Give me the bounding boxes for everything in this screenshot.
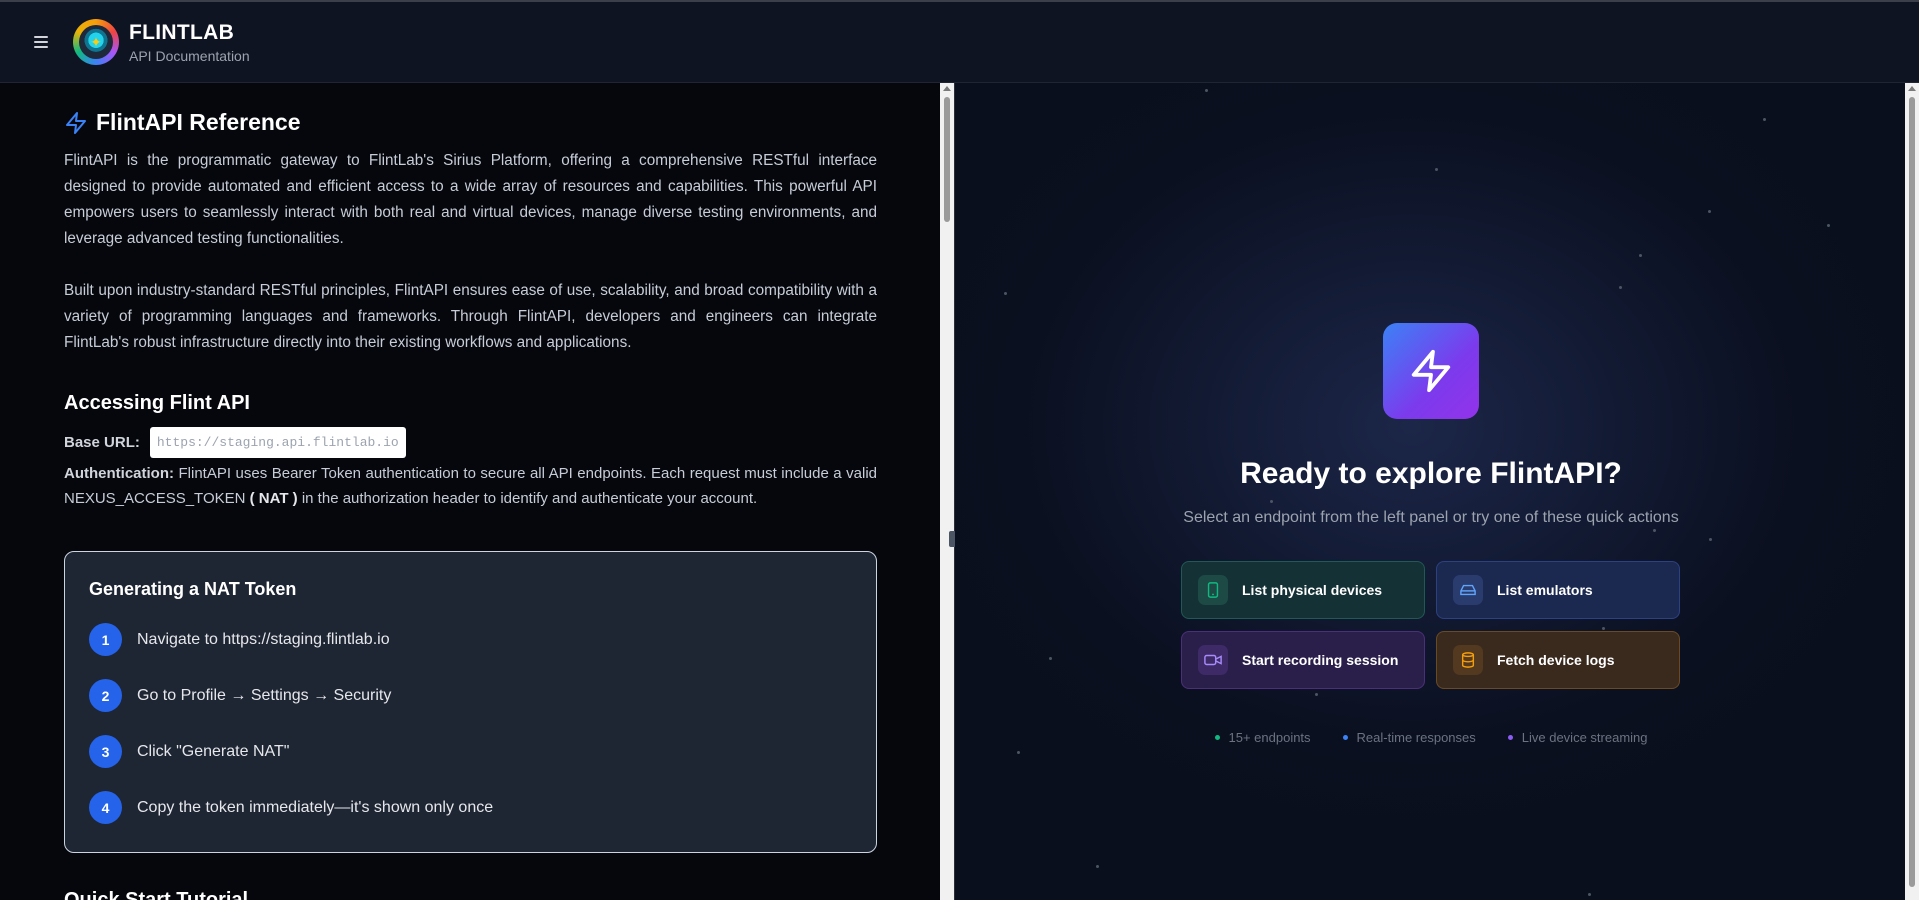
nat-token-card: Generating a NAT Token 1 Navigate to htt… [64,551,877,853]
explorer-panel: Ready to explore FlintAPI? Select an end… [955,83,1905,900]
brand-subtitle: API Documentation [129,47,250,64]
fetch-device-logs-button[interactable]: Fetch device logs [1436,631,1680,689]
star-dot [1435,168,1438,171]
page-title-text: FlintAPI Reference [96,109,301,135]
star-dot [1708,210,1711,213]
star-dot [1602,627,1605,630]
authentication-text: Authentication: FlintAPI uses Bearer Tok… [64,461,877,511]
page-title: FlintAPI Reference [64,109,877,136]
status-dot [1507,735,1513,740]
list-physical-devices-button[interactable]: List physical devices [1181,561,1425,619]
star-dot [1049,657,1052,660]
star-dot [1315,693,1318,696]
intro-paragraph-2: Built upon industry-standard RESTful pri… [64,282,877,351]
intro-paragraph-1: FlintAPI is the programmatic gateway to … [64,152,877,247]
scrollbar-thumb[interactable] [944,97,950,222]
star-dot [1588,893,1591,896]
lightning-icon [1411,349,1451,393]
action-label: Fetch device logs [1497,652,1615,668]
status-dot [1342,735,1348,740]
video-icon [1198,645,1228,675]
explorer-scrollbar[interactable] [1905,83,1919,900]
star-dot [1653,529,1656,532]
step-item: 4 Copy the token immediately—it's shown … [89,791,852,824]
step-text: Copy the token immediately—it's shown on… [137,798,494,816]
step-text: Go to Profile → Settings → Security [137,686,392,704]
flintlab-logo[interactable]: ✦ [73,19,119,65]
lightning-icon [66,111,86,134]
star-dot [1827,224,1830,227]
status-dot [1214,735,1220,740]
feature-label: 15+ endpoints [1228,730,1311,745]
auth-description-end: in the authorization header to identify … [301,490,758,507]
star-dot [1639,254,1642,257]
base-url-code[interactable]: https://staging.api.flintlab.io [149,427,406,458]
list-emulators-button[interactable]: List emulators [1436,561,1680,619]
start-recording-session-button[interactable]: Start recording session [1181,631,1425,689]
documentation-content: FlintAPI Reference FlintAPI is the progr… [64,109,877,900]
auth-label: Authentication: [64,465,174,482]
step-number: 4 [89,791,122,824]
hard-drive-icon [1453,575,1483,605]
phone-icon [1198,575,1228,605]
feature-item: Real-time responses [1342,730,1476,745]
explorer-subtitle: Select an endpoint from the left panel o… [1183,509,1679,526]
doc-scrollbar[interactable] [940,83,954,900]
step-number: 3 [89,735,122,768]
star-dot [1619,286,1622,289]
token-card-title: Generating a NAT Token [89,579,297,599]
feature-item: 15+ endpoints [1214,730,1311,745]
step-item: 3 Click "Generate NAT" [89,735,852,768]
step-text: Navigate to https://staging.flintlab.io [137,630,390,648]
step-number: 2 [89,679,122,712]
star-dot [1709,538,1712,541]
brand-name: FLINTLAB [129,20,235,44]
step-text: Click "Generate NAT" [137,742,290,760]
database-icon [1453,645,1483,675]
star-dot [1017,751,1020,754]
action-label: Start recording session [1242,652,1399,668]
action-label: List physical devices [1242,582,1383,598]
action-label: List emulators [1497,582,1593,598]
base-url-row: Base URL: https://staging.api.flintlab.i… [64,427,877,458]
feature-label: Live device streaming [1521,730,1648,745]
nat-abbrev: ( NAT ) [249,490,298,507]
top-bar: ✦ FLINTLAB API Documentation [0,0,1919,83]
scrollbar-thumb[interactable] [1909,97,1915,887]
documentation-panel: FlintAPI Reference FlintAPI is the progr… [0,83,940,900]
scroll-up-arrow[interactable] [943,86,951,91]
star-dot [1763,118,1766,121]
step-number: 1 [89,623,122,656]
step-item: 2 Go to Profile → Settings → Security [89,679,852,712]
feature-label: Real-time responses [1356,730,1476,745]
feature-list: 15+ endpoints Real-time responses Live d… [955,730,1905,745]
star-dot [1004,292,1007,295]
feature-item: Live device streaming [1507,730,1648,745]
star-dot [1270,500,1273,503]
explorer-title: Ready to explore FlintAPI? [1240,457,1622,490]
step-item: 1 Navigate to https://staging.flintlab.i… [89,623,852,656]
brand: FLINTLAB API Documentation [129,21,250,64]
logo-emblem: ✦ [79,25,113,59]
accessing-heading: Accessing Flint API [64,392,250,414]
star-dot [1096,865,1099,868]
base-url-label: Base URL: [64,434,140,451]
hero-lightning-badge [1383,323,1479,419]
menu-icon[interactable] [31,30,55,54]
scroll-up-arrow[interactable] [1908,86,1916,91]
star-dot [1205,89,1208,92]
quick-start-heading: Quick Start Tutorial [64,889,249,900]
